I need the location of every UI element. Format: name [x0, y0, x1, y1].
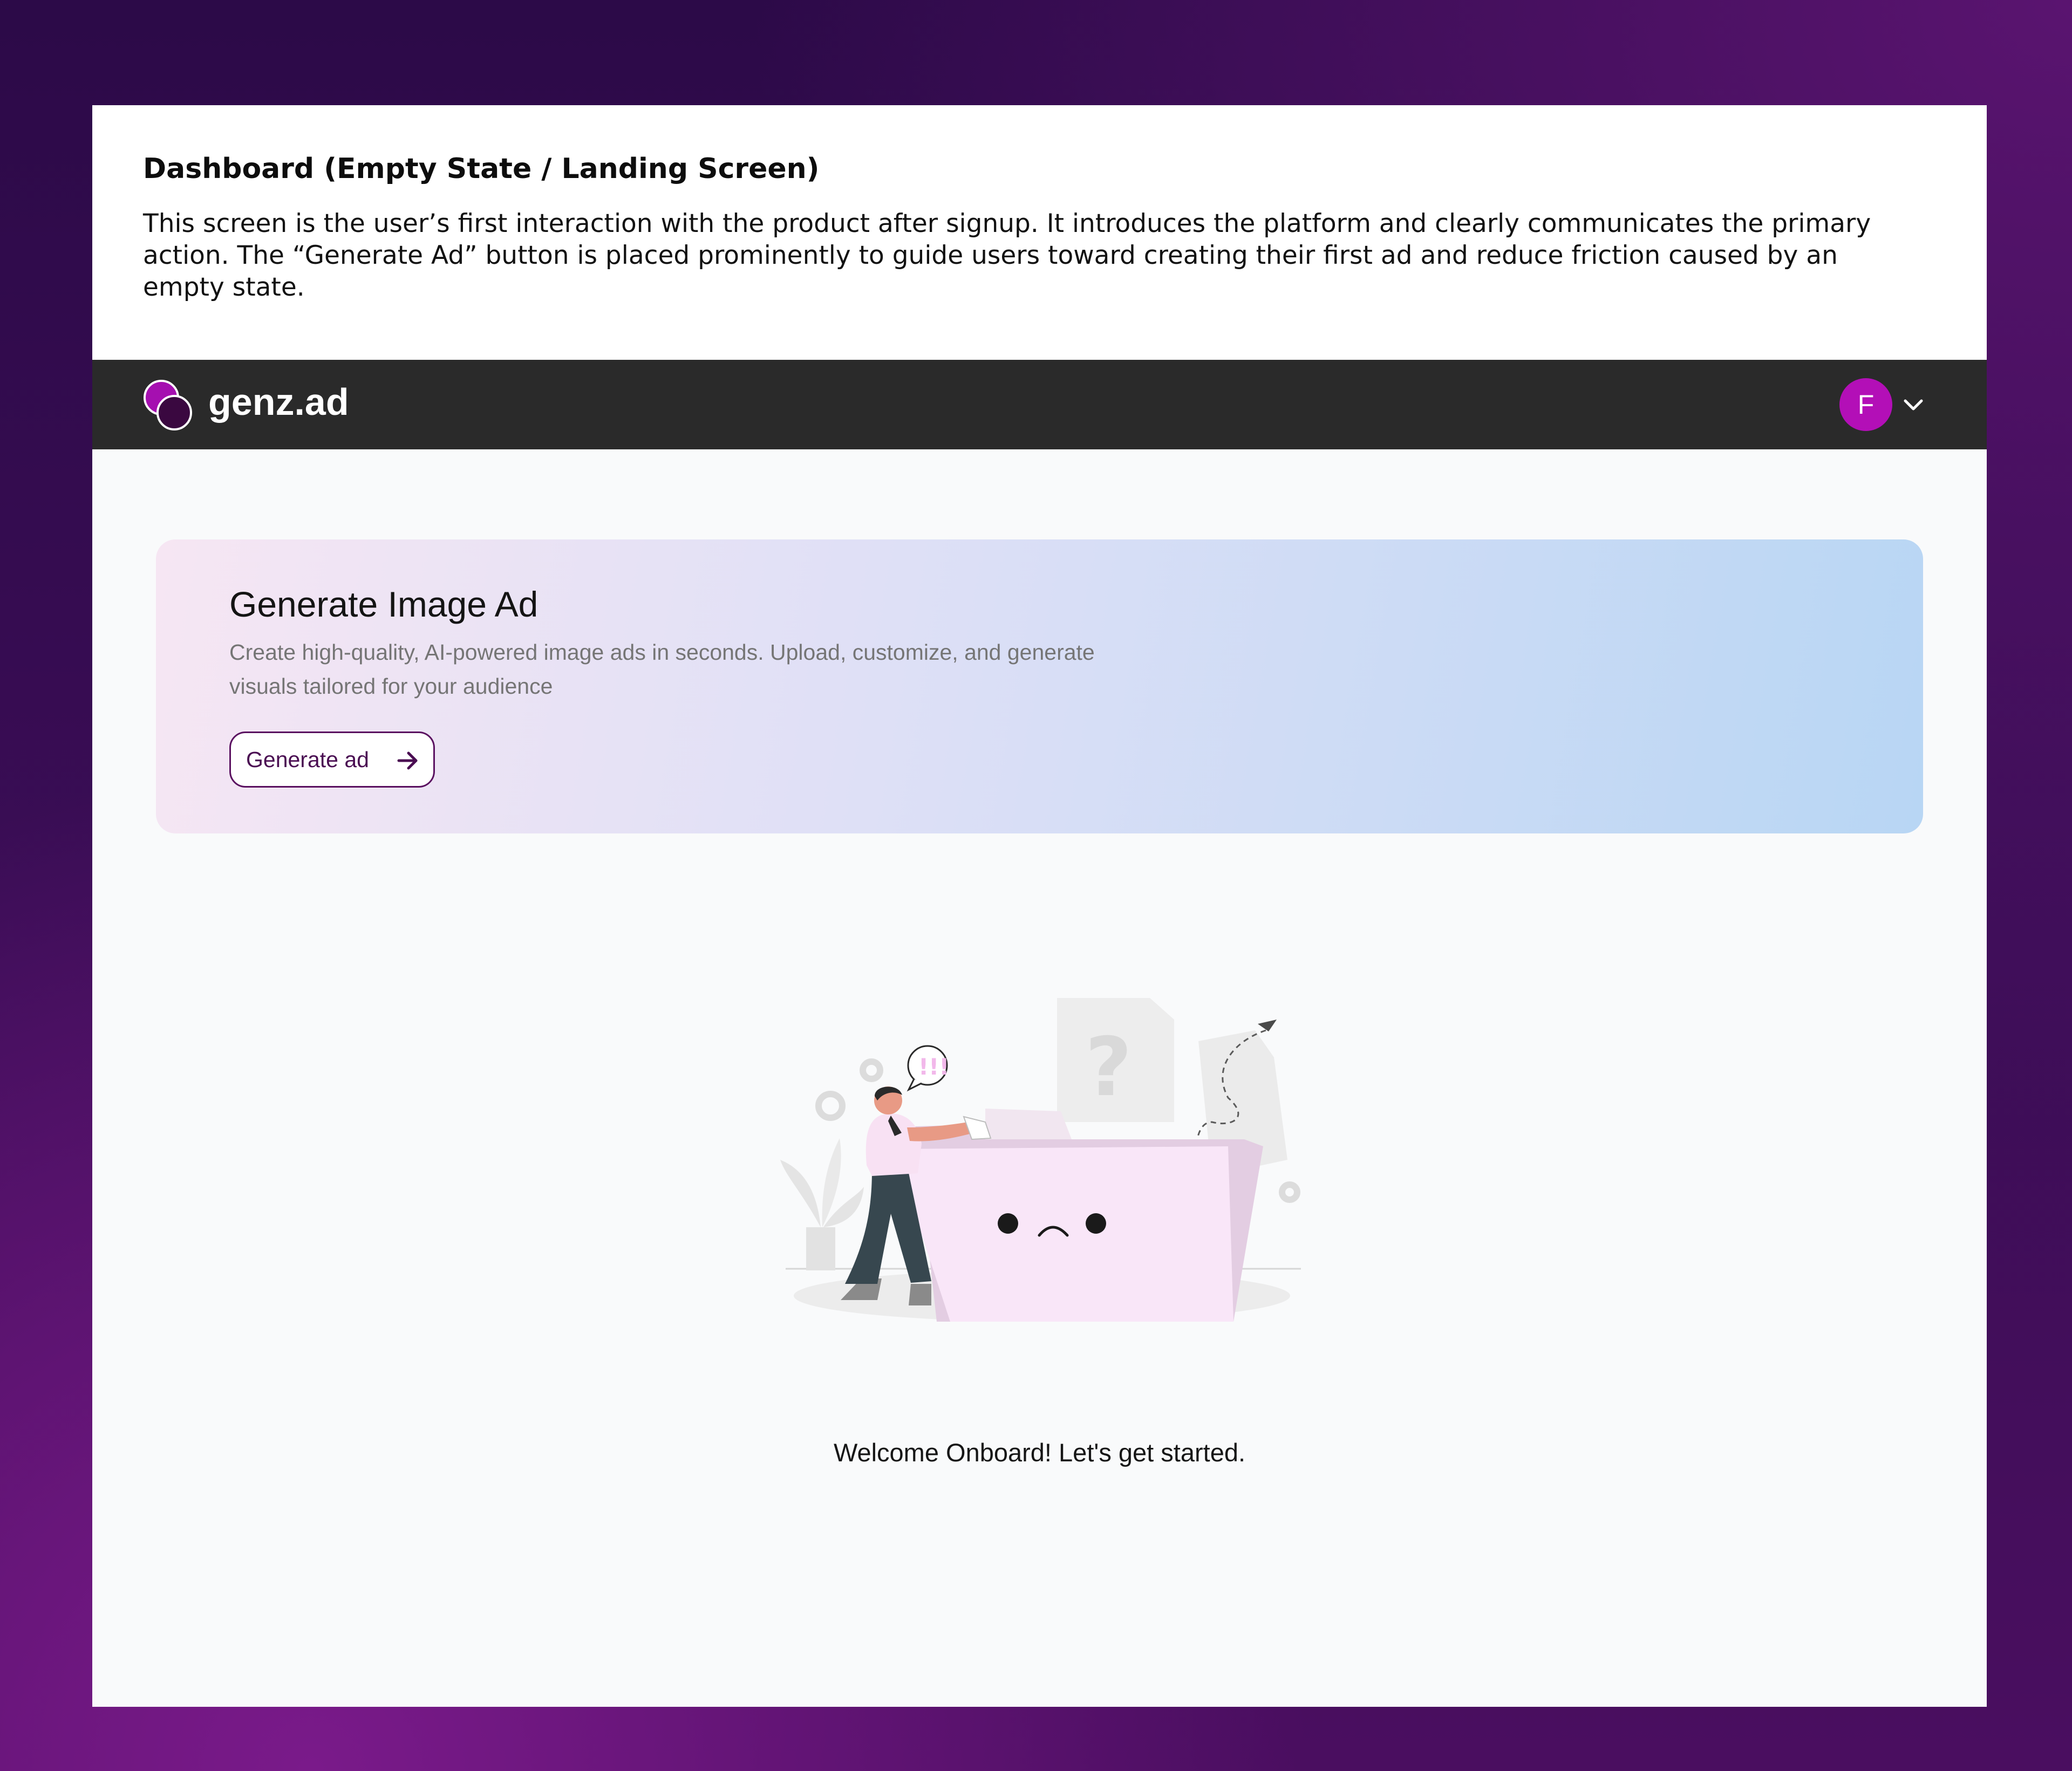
- app-frame: Dashboard (Empty State / Landing Screen)…: [92, 105, 1987, 1707]
- top-nav-bar: genz.ad F: [92, 360, 1987, 449]
- card-description: Create high-quality, AI-powered image ad…: [229, 640, 1095, 699]
- generate-ad-button-label: Generate ad: [246, 747, 369, 772]
- arrow-right-icon: [397, 751, 418, 770]
- overlapping-circles-icon[interactable]: [142, 377, 194, 432]
- empty-folder-illustration: ? !!!: [780, 998, 1301, 1322]
- welcome-message: Welcome Onboard! Let's get started.: [833, 1438, 1246, 1467]
- description-body: This screen is the user’s first interact…: [143, 209, 1871, 302]
- logo-text[interactable]: genz.ad: [208, 380, 349, 423]
- chevron-down-icon[interactable]: [1900, 392, 1927, 417]
- svg-text:!!!: !!!: [918, 1054, 949, 1080]
- description-title: Dashboard (Empty State / Landing Screen): [143, 153, 820, 185]
- description-panel: Dashboard (Empty State / Landing Screen)…: [92, 105, 1987, 360]
- card-title: Generate Image Ad: [229, 584, 539, 624]
- svg-text:?: ?: [1085, 1021, 1132, 1114]
- generate-ad-button[interactable]: Generate ad: [229, 731, 435, 788]
- avatar[interactable]: F: [1839, 378, 1892, 431]
- generate-image-ad-card: Generate Image Ad Create high-quality, A…: [156, 539, 1923, 833]
